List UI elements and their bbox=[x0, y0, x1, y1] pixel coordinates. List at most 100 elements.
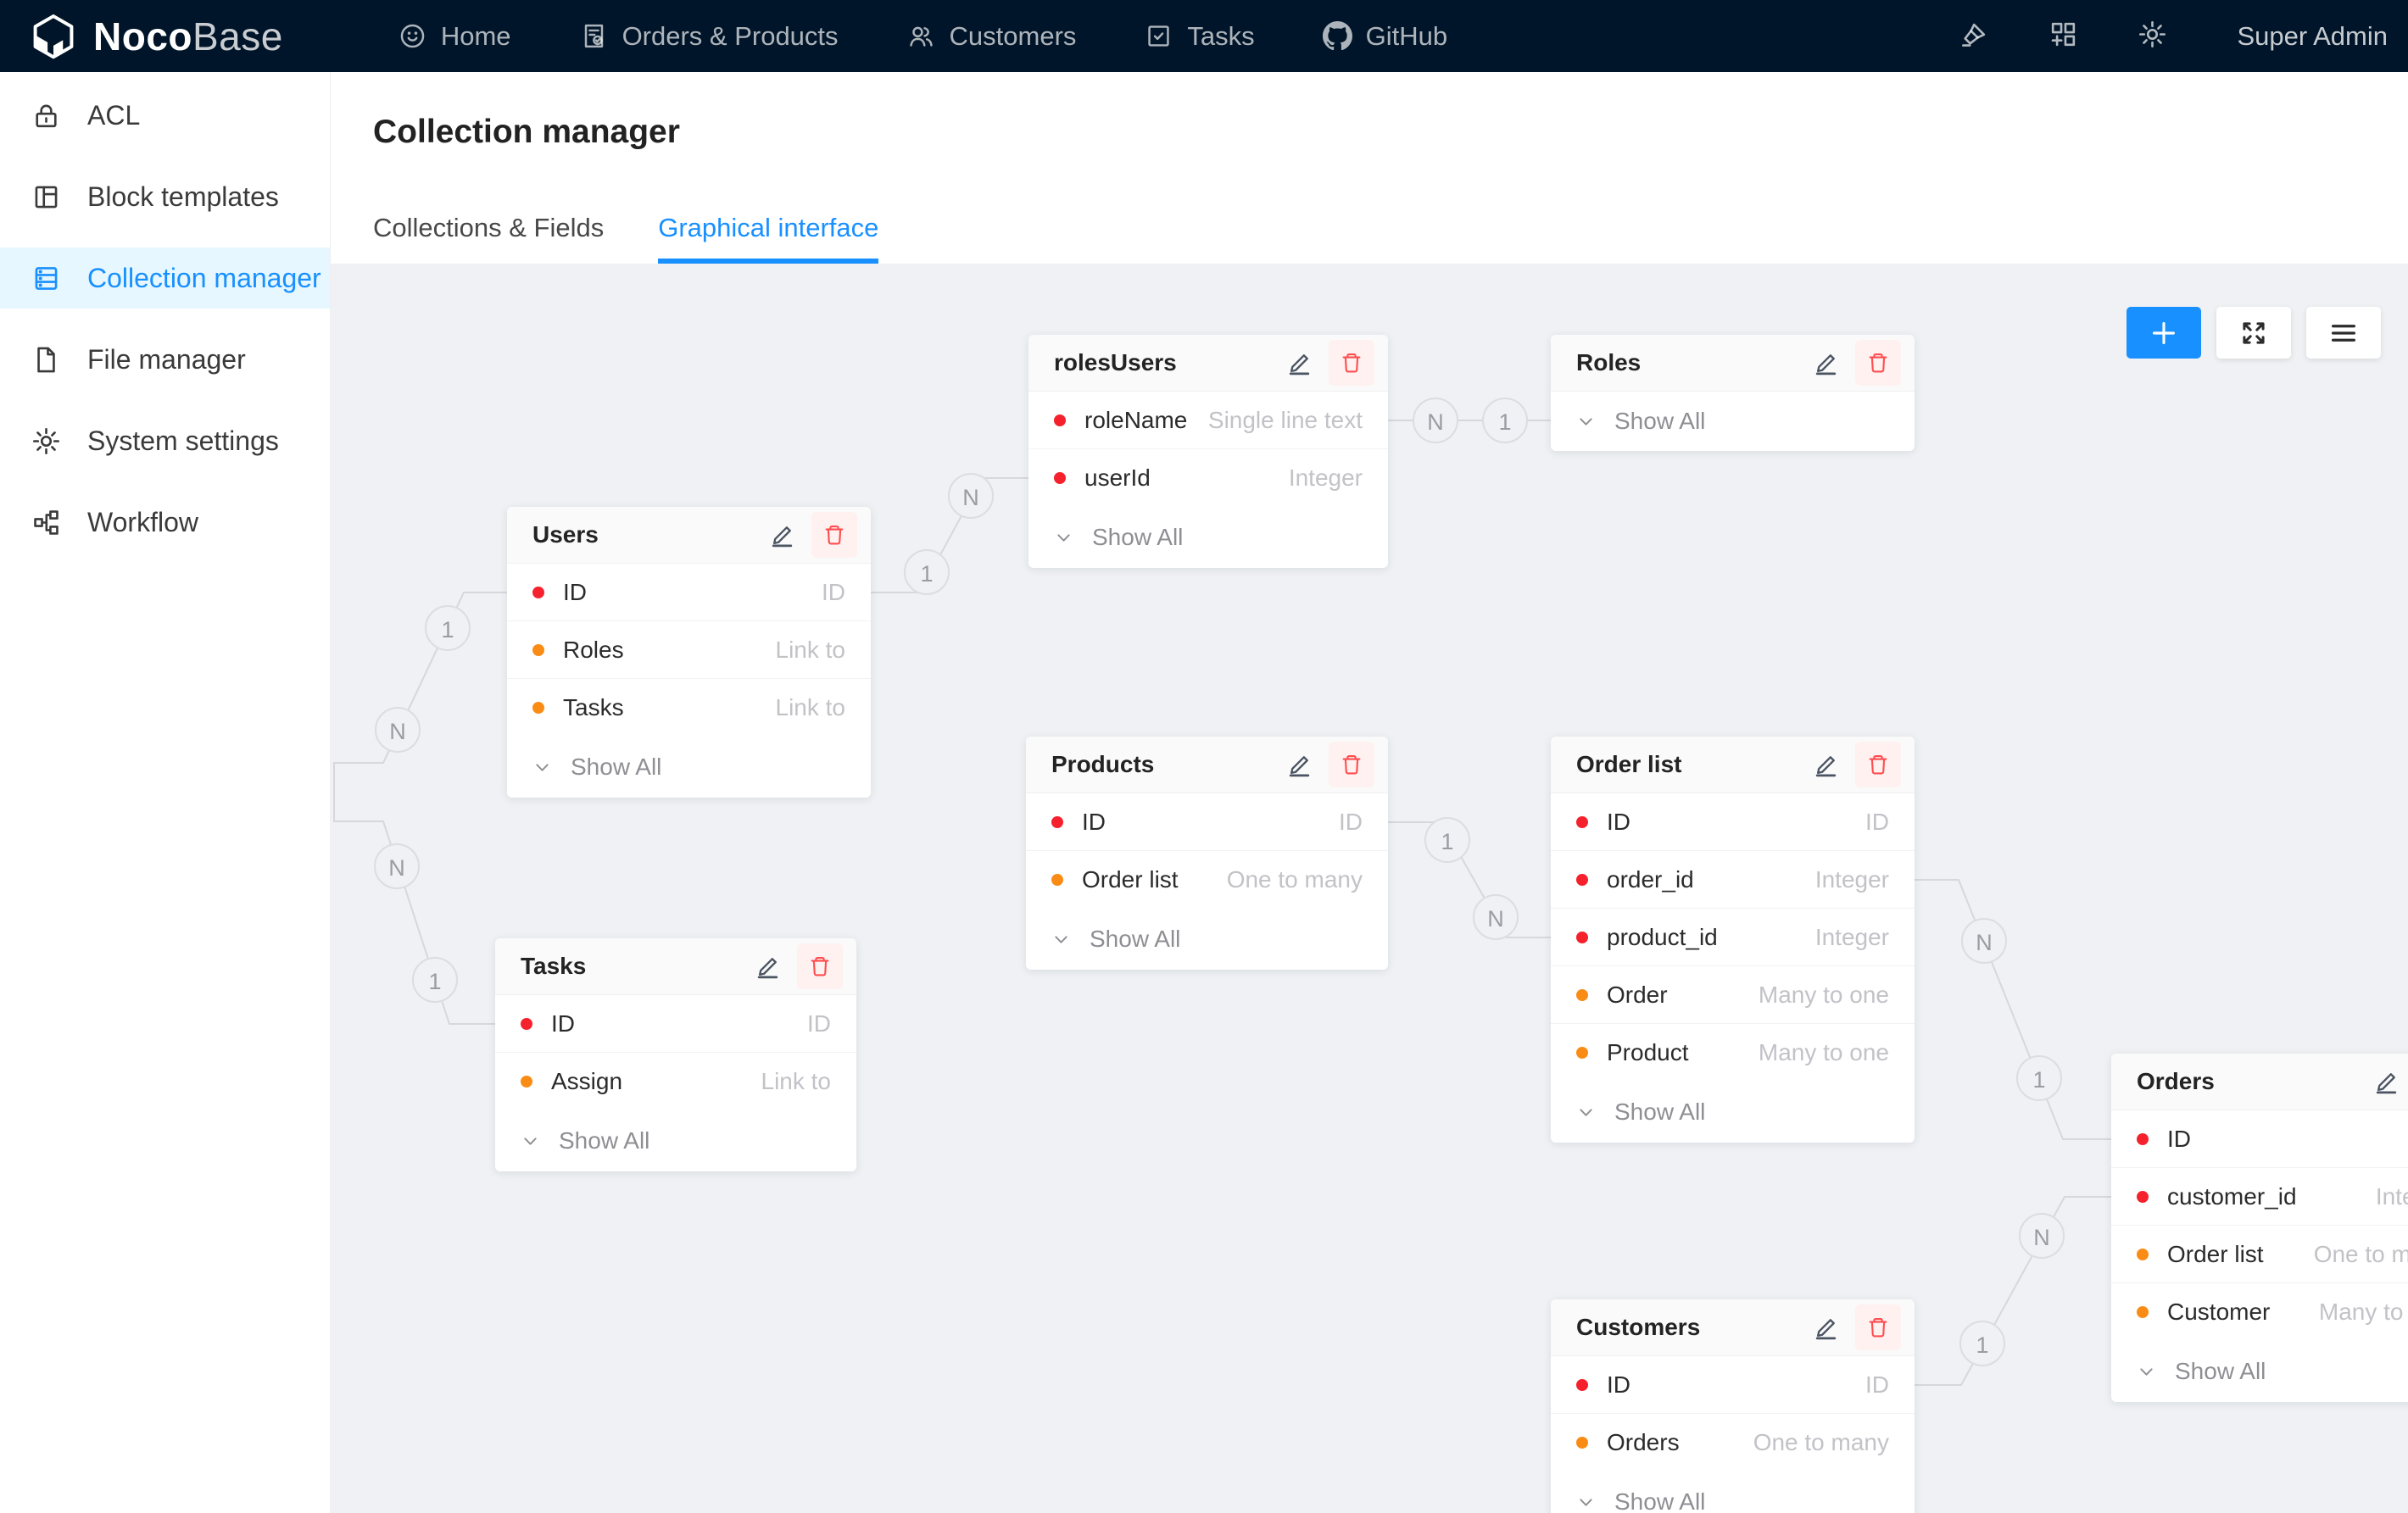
field-row[interactable]: TasksLink to bbox=[507, 679, 871, 737]
field-row[interactable]: IDID bbox=[1551, 1356, 1915, 1414]
orange-field-dot bbox=[521, 1076, 532, 1087]
field-row[interactable]: order_idInteger bbox=[1551, 851, 1915, 909]
field-name: product_id bbox=[1607, 924, 1815, 951]
show-all-toggle[interactable]: Show All bbox=[1551, 392, 1915, 451]
cardinality-label: 1 bbox=[1483, 398, 1527, 442]
field-row[interactable]: RolesLink to bbox=[507, 621, 871, 679]
show-all-toggle[interactable]: Show All bbox=[1551, 1471, 1915, 1513]
sidebar-item-system-settings[interactable]: System settings bbox=[0, 410, 330, 471]
add-block-button[interactable] bbox=[2048, 19, 2079, 54]
field-row[interactable]: IDID bbox=[495, 995, 856, 1053]
gear-button[interactable] bbox=[2137, 19, 2168, 54]
tab-graphical-interface[interactable]: Graphical interface bbox=[658, 213, 878, 264]
relationship-edge[interactable] bbox=[334, 592, 507, 1024]
field-name: Order bbox=[1607, 982, 1759, 1009]
nav-item-customers[interactable]: Customers bbox=[906, 21, 1077, 52]
sidebar-item-collection-manager[interactable]: Collection manager bbox=[0, 248, 330, 309]
show-all-toggle[interactable]: Show All bbox=[507, 737, 871, 798]
edit-collection-button[interactable] bbox=[1806, 1308, 1845, 1347]
cardinality-label: 1 bbox=[426, 606, 470, 650]
red-field-dot bbox=[1576, 1379, 1588, 1391]
field-row[interactable]: Order listOne to many bbox=[2111, 1226, 2408, 1283]
delete-collection-button[interactable] bbox=[1329, 340, 1374, 386]
cardinality-text: N bbox=[2033, 1225, 2050, 1250]
edit-collection-button[interactable] bbox=[1806, 745, 1845, 784]
show-all-toggle[interactable]: Show All bbox=[1028, 507, 1388, 568]
field-row[interactable]: IDID bbox=[1026, 793, 1388, 851]
sidebar-item-block-templates[interactable]: Block templates bbox=[0, 166, 330, 227]
edit-collection-button[interactable] bbox=[1279, 745, 1318, 784]
delete-collection-button[interactable] bbox=[1855, 1304, 1901, 1350]
nocobase-logo[interactable]: NocoBase bbox=[29, 12, 283, 61]
field-row[interactable]: userIdInteger bbox=[1028, 449, 1388, 507]
tab-collections-fields[interactable]: Collections & Fields bbox=[373, 213, 604, 264]
sidebar-item-label: ACL bbox=[87, 100, 140, 131]
collection-card-customers[interactable]: CustomersIDIDOrdersOne to manyShow All bbox=[1551, 1299, 1915, 1513]
sidebar-item-workflow[interactable]: Workflow bbox=[0, 492, 330, 553]
edit-icon bbox=[1812, 1314, 1840, 1342]
field-row[interactable]: roleNameSingle line text bbox=[1028, 392, 1388, 449]
collection-card-rolesusers[interactable]: rolesUsersroleNameSingle line textuserId… bbox=[1028, 335, 1388, 568]
cardinality-label: 1 bbox=[905, 550, 949, 594]
chevron-down-icon bbox=[531, 756, 554, 779]
collection-card-order-list[interactable]: Order listIDIDorder_idIntegerproduct_idI… bbox=[1551, 737, 1915, 1143]
tabs: Collections & Fields Graphical interface bbox=[373, 213, 878, 264]
nav-item-tasks[interactable]: Tasks bbox=[1144, 21, 1254, 52]
cardinality-label: N bbox=[2020, 1214, 2064, 1258]
collection-card-orders[interactable]: OrdersIDIDcustomer_idIntegerOrder listOn… bbox=[2111, 1054, 2408, 1402]
field-type: ID bbox=[1339, 809, 1363, 836]
delete-collection-button[interactable] bbox=[1329, 742, 1374, 787]
team-icon bbox=[906, 21, 936, 51]
collection-card-products[interactable]: ProductsIDIDOrder listOne to manyShow Al… bbox=[1026, 737, 1388, 970]
graph-menu-button[interactable] bbox=[2306, 307, 2381, 359]
edit-collection-button[interactable] bbox=[1806, 343, 1845, 382]
nav-item-orders-products[interactable]: Orders & Products bbox=[579, 21, 839, 52]
delete-collection-button[interactable] bbox=[1855, 742, 1901, 787]
delete-collection-button[interactable] bbox=[797, 943, 843, 989]
highlighter-button[interactable] bbox=[1959, 19, 1990, 54]
field-row[interactable]: CustomerMany to one bbox=[2111, 1283, 2408, 1341]
card-title: Users bbox=[532, 521, 762, 548]
field-name: Customer bbox=[2167, 1299, 2319, 1326]
edit-collection-button[interactable] bbox=[2366, 1062, 2405, 1101]
show-all-toggle[interactable]: Show All bbox=[1551, 1082, 1915, 1143]
field-row[interactable]: OrderMany to one bbox=[1551, 966, 1915, 1024]
field-type: Integer bbox=[1289, 464, 1363, 492]
field-row[interactable]: customer_idInteger bbox=[2111, 1168, 2408, 1226]
relationship-edge[interactable] bbox=[1915, 1197, 2111, 1385]
field-row[interactable]: Order listOne to many bbox=[1026, 851, 1388, 909]
show-all-toggle[interactable]: Show All bbox=[1026, 909, 1388, 970]
relationship-edge[interactable] bbox=[1915, 880, 2111, 1139]
field-row[interactable]: AssignLink to bbox=[495, 1053, 856, 1110]
field-type: Link to bbox=[776, 637, 846, 664]
nav-item-label: Customers bbox=[950, 21, 1077, 52]
show-all-toggle[interactable]: Show All bbox=[495, 1110, 856, 1171]
collection-card-tasks[interactable]: TasksIDIDAssignLink toShow All bbox=[495, 938, 856, 1171]
delete-collection-button[interactable] bbox=[1855, 340, 1901, 386]
show-all-toggle[interactable]: Show All bbox=[2111, 1341, 2408, 1402]
edit-collection-button[interactable] bbox=[762, 515, 801, 554]
field-row[interactable]: product_idInteger bbox=[1551, 909, 1915, 966]
edit-collection-button[interactable] bbox=[1279, 343, 1318, 382]
collection-card-users[interactable]: Users IDIDRolesLink toTasksLink toShow Al… bbox=[507, 507, 871, 798]
field-row[interactable]: ProductMany to one bbox=[1551, 1024, 1915, 1082]
graph-canvas[interactable]: N1N11NN11N1NN1 rolesUsersroleNameSingle … bbox=[331, 264, 2408, 1513]
add-collection-button[interactable] bbox=[2127, 307, 2201, 359]
nav-item-home[interactable]: Home bbox=[398, 21, 511, 52]
show-all-label: Show All bbox=[1092, 524, 1183, 551]
field-row[interactable]: IDID bbox=[507, 564, 871, 621]
sidebar-item-file-manager[interactable]: File manager bbox=[0, 329, 330, 390]
trash-icon bbox=[807, 954, 833, 979]
fullscreen-button[interactable] bbox=[2216, 307, 2291, 359]
field-name: Product bbox=[1607, 1039, 1759, 1066]
edit-collection-button[interactable] bbox=[748, 947, 787, 986]
delete-collection-button[interactable] bbox=[811, 512, 857, 558]
field-row[interactable]: IDID bbox=[1551, 793, 1915, 851]
nav-item-github[interactable]: GitHub bbox=[1323, 21, 1447, 52]
field-row[interactable]: IDID bbox=[2111, 1110, 2408, 1168]
sidebar-item-acl[interactable]: ACL bbox=[0, 85, 330, 146]
field-row[interactable]: OrdersOne to many bbox=[1551, 1414, 1915, 1471]
red-field-dot bbox=[1576, 816, 1588, 828]
collection-card-roles[interactable]: RolesShow All bbox=[1551, 335, 1915, 451]
user-menu[interactable]: Super Admin bbox=[2238, 21, 2388, 52]
